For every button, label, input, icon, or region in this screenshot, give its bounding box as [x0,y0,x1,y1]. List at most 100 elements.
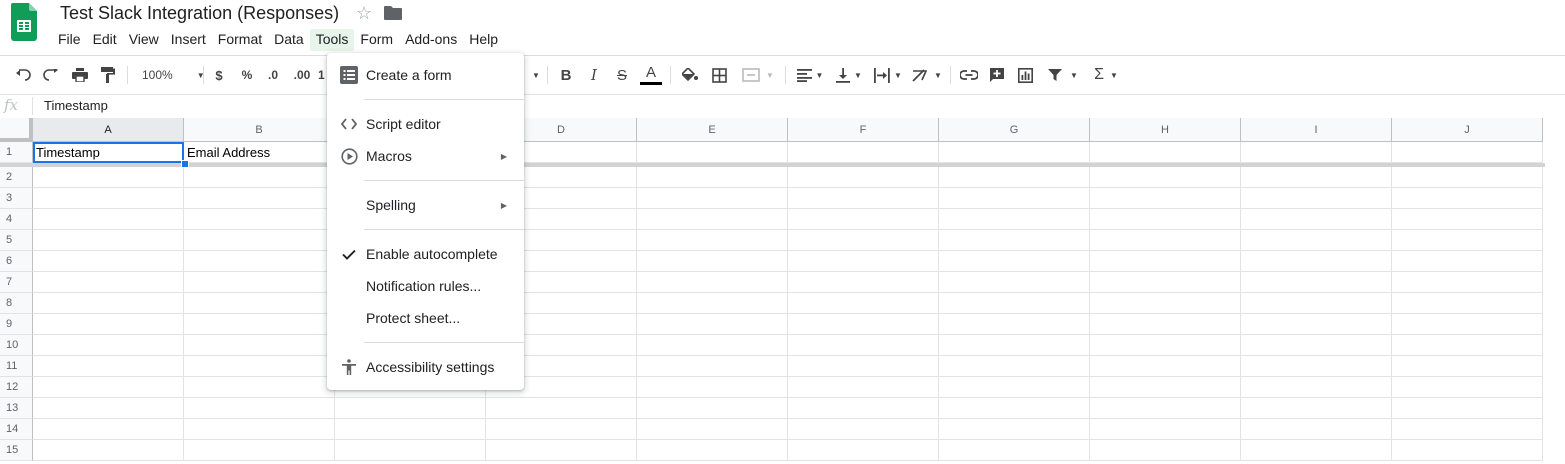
row-header-6[interactable]: 6 [0,251,33,272]
row-header-1[interactable]: 1 [0,142,33,163]
cell-g5[interactable] [939,230,1090,251]
font-size-chevron-icon[interactable]: ▼ [530,56,542,94]
cell-a7[interactable] [33,272,184,293]
menu-item-create-form[interactable]: Create a form [327,59,524,91]
merge-cells-icon[interactable]: ▼ [738,56,778,94]
cell-g10[interactable] [939,335,1090,356]
cell-j7[interactable] [1392,272,1543,293]
cell-e15[interactable] [637,440,788,461]
cell-h15[interactable] [1090,440,1241,461]
cell-d13[interactable] [486,398,637,419]
column-header-f[interactable]: F [788,118,939,142]
cell-b11[interactable] [184,356,335,377]
cell-g2[interactable] [939,167,1090,188]
insert-chart-icon[interactable] [1014,56,1036,94]
cell-a11[interactable] [33,356,184,377]
cell-a8[interactable] [33,293,184,314]
menu-item-notification-rules[interactable]: Notification rules... [327,270,524,302]
undo-icon[interactable] [12,56,34,94]
cell-h14[interactable] [1090,419,1241,440]
cell-g4[interactable] [939,209,1090,230]
cell-i15[interactable] [1241,440,1392,461]
cell-j3[interactable] [1392,188,1543,209]
cell-e14[interactable] [637,419,788,440]
row-header-3[interactable]: 3 [0,188,33,209]
cell-i9[interactable] [1241,314,1392,335]
cell-a12[interactable] [33,377,184,398]
row-header-2[interactable]: 2 [0,167,33,188]
insert-link-icon[interactable] [958,56,980,94]
increase-decimal-button[interactable]: .00 [290,56,314,94]
cell-h3[interactable] [1090,188,1241,209]
menu-view[interactable]: View [123,29,165,51]
cell-e8[interactable] [637,293,788,314]
text-rotation-icon[interactable]: ▼ [910,56,944,94]
cell-g9[interactable] [939,314,1090,335]
menu-data[interactable]: Data [268,29,310,51]
cell-a4[interactable] [33,209,184,230]
menu-help[interactable]: Help [463,29,504,51]
column-header-a[interactable]: A [33,118,184,142]
cell-j14[interactable] [1392,419,1543,440]
row-header-9[interactable]: 9 [0,314,33,335]
cell-f11[interactable] [788,356,939,377]
cell-i11[interactable] [1241,356,1392,377]
percent-format-button[interactable]: % [237,56,257,94]
menu-tools[interactable]: Tools [309,29,355,51]
cell-e3[interactable] [637,188,788,209]
cell-b4[interactable] [184,209,335,230]
decrease-decimal-button[interactable]: .0 [263,56,283,94]
cell-h7[interactable] [1090,272,1241,293]
cell-h11[interactable] [1090,356,1241,377]
cell-a13[interactable] [33,398,184,419]
cell-i13[interactable] [1241,398,1392,419]
cell-g7[interactable] [939,272,1090,293]
row-header-14[interactable]: 14 [0,419,33,440]
menu-format[interactable]: Format [212,29,268,51]
cell-c13[interactable] [335,398,486,419]
vertical-align-icon[interactable]: ▼ [832,56,866,94]
cell-f8[interactable] [788,293,939,314]
cell-g3[interactable] [939,188,1090,209]
menu-file[interactable]: File [52,29,87,51]
cell-e2[interactable] [637,167,788,188]
row-header-13[interactable]: 13 [0,398,33,419]
row-header-7[interactable]: 7 [0,272,33,293]
cell-b15[interactable] [184,440,335,461]
menu-insert[interactable]: Insert [165,29,212,51]
cell-i12[interactable] [1241,377,1392,398]
zoom-select[interactable]: 100% ▼ [136,56,205,94]
paint-format-icon[interactable] [97,56,119,94]
cell-e9[interactable] [637,314,788,335]
cell-e1[interactable] [637,142,788,163]
redo-icon[interactable] [40,56,62,94]
cell-a6[interactable] [33,251,184,272]
cell-d15[interactable] [486,440,637,461]
strikethrough-button[interactable]: S [612,56,632,94]
cell-i7[interactable] [1241,272,1392,293]
cell-j2[interactable] [1392,167,1543,188]
cell-f5[interactable] [788,230,939,251]
cell-i14[interactable] [1241,419,1392,440]
menu-item-accessibility-settings[interactable]: Accessibility settings [327,351,524,383]
cell-j13[interactable] [1392,398,1543,419]
cell-h4[interactable] [1090,209,1241,230]
cell-a10[interactable] [33,335,184,356]
cell-e6[interactable] [637,251,788,272]
cell-f2[interactable] [788,167,939,188]
cell-e7[interactable] [637,272,788,293]
cell-j15[interactable] [1392,440,1543,461]
cell-e4[interactable] [637,209,788,230]
cell-i2[interactable] [1241,167,1392,188]
cell-c14[interactable] [335,419,486,440]
menu-add-ons[interactable]: Add-ons [399,29,463,51]
cell-g1[interactable] [939,142,1090,163]
row-header-5[interactable]: 5 [0,230,33,251]
cell-f1[interactable] [788,142,939,163]
bold-button[interactable]: B [556,56,576,94]
cell-f10[interactable] [788,335,939,356]
cell-g11[interactable] [939,356,1090,377]
cell-b1[interactable]: Email Address [184,142,335,163]
cell-f6[interactable] [788,251,939,272]
cell-i5[interactable] [1241,230,1392,251]
